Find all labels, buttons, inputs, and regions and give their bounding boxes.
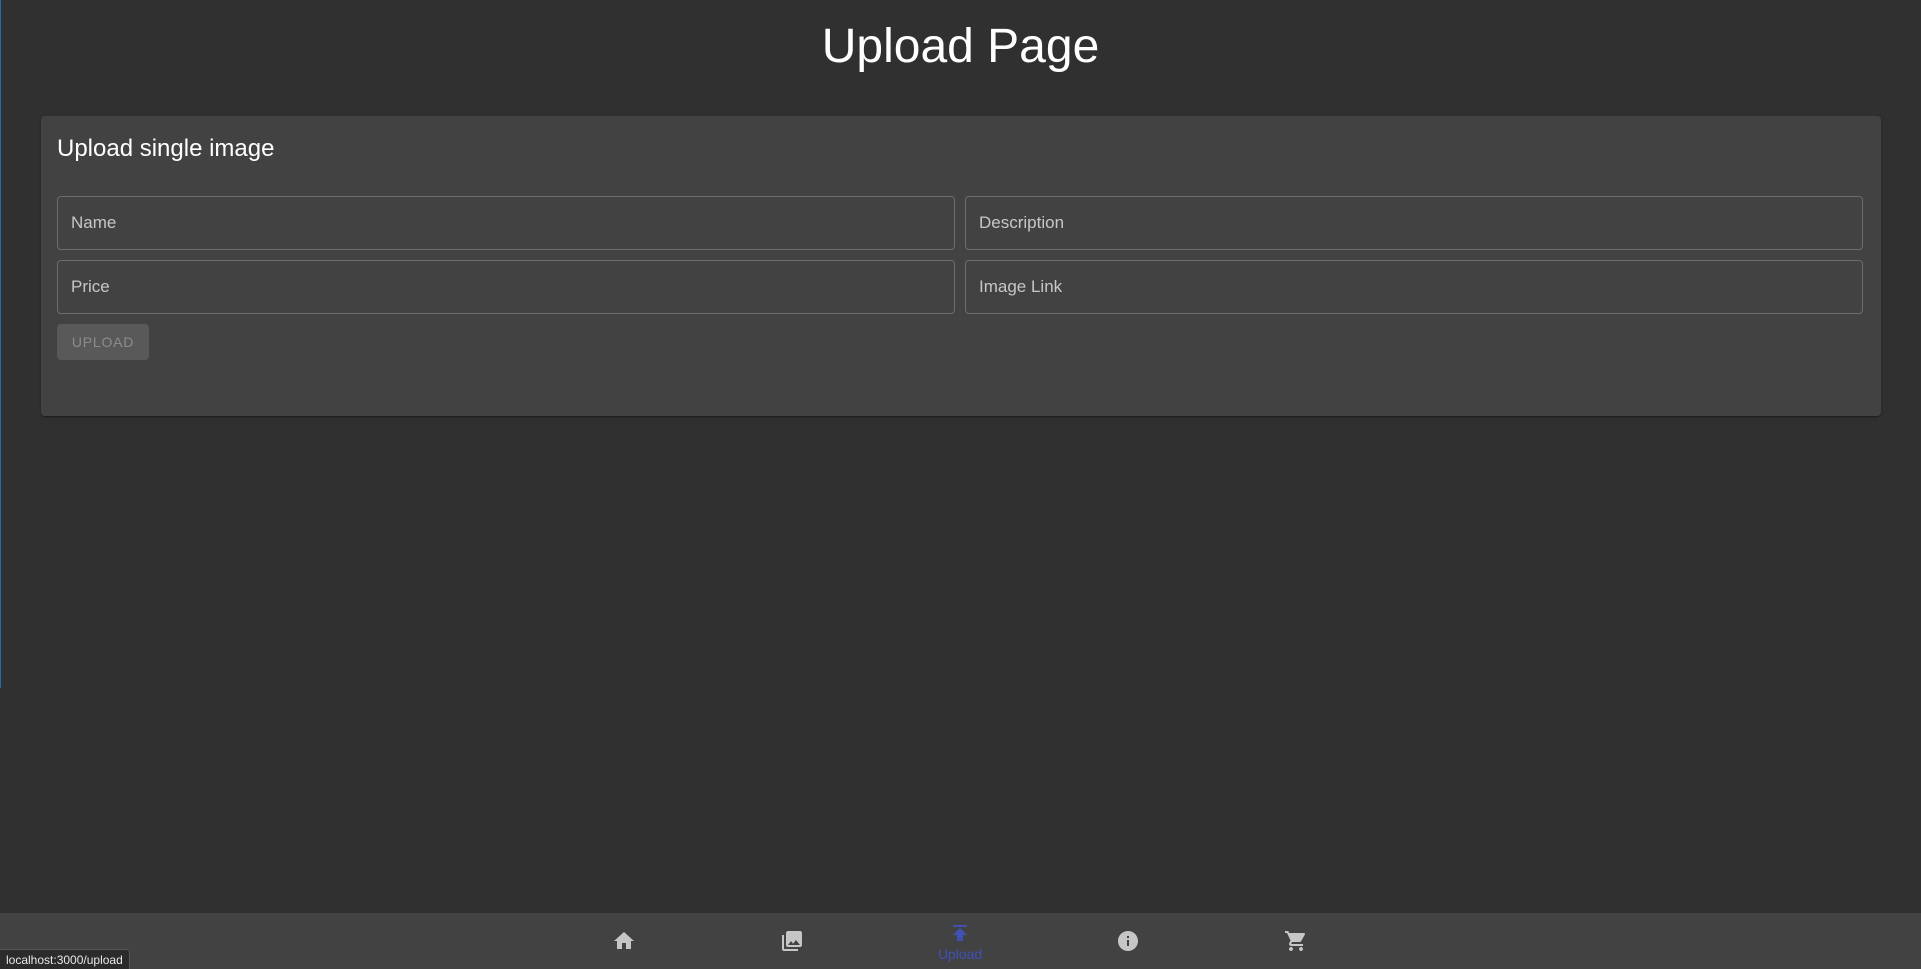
name-field[interactable] xyxy=(57,196,955,250)
photo-library-icon xyxy=(782,931,802,951)
price-input[interactable] xyxy=(58,261,954,313)
upload-icon xyxy=(953,924,967,941)
upload-card: Upload single image UPLOAD xyxy=(41,116,1881,416)
nav-upload[interactable]: Upload xyxy=(900,913,1020,969)
window-edge-accent xyxy=(0,0,1,688)
price-field[interactable] xyxy=(57,260,955,314)
description-field[interactable] xyxy=(965,196,1863,250)
app-root: Upload Page Upload single image UPLOAD xyxy=(0,0,1921,969)
home-icon xyxy=(614,932,634,949)
bottom-navigation: Upload xyxy=(0,913,1921,969)
nav-info[interactable] xyxy=(1068,913,1188,969)
nav-cart[interactable] xyxy=(1236,913,1356,969)
nav-home[interactable] xyxy=(564,913,684,969)
nav-upload-label: Upload xyxy=(937,945,983,962)
page-title: Upload Page xyxy=(821,20,1100,73)
status-bar-url: localhost:3000/upload xyxy=(0,949,130,969)
card-title: Upload single image xyxy=(57,135,275,162)
nav-gallery[interactable] xyxy=(732,913,852,969)
info-icon xyxy=(1118,931,1138,951)
image-link-field[interactable] xyxy=(965,260,1863,314)
image-link-input[interactable] xyxy=(966,261,1862,313)
name-input[interactable] xyxy=(58,197,954,249)
shopping-cart-icon xyxy=(1285,931,1306,951)
description-input[interactable] xyxy=(966,197,1862,249)
upload-button[interactable]: UPLOAD xyxy=(57,324,149,360)
